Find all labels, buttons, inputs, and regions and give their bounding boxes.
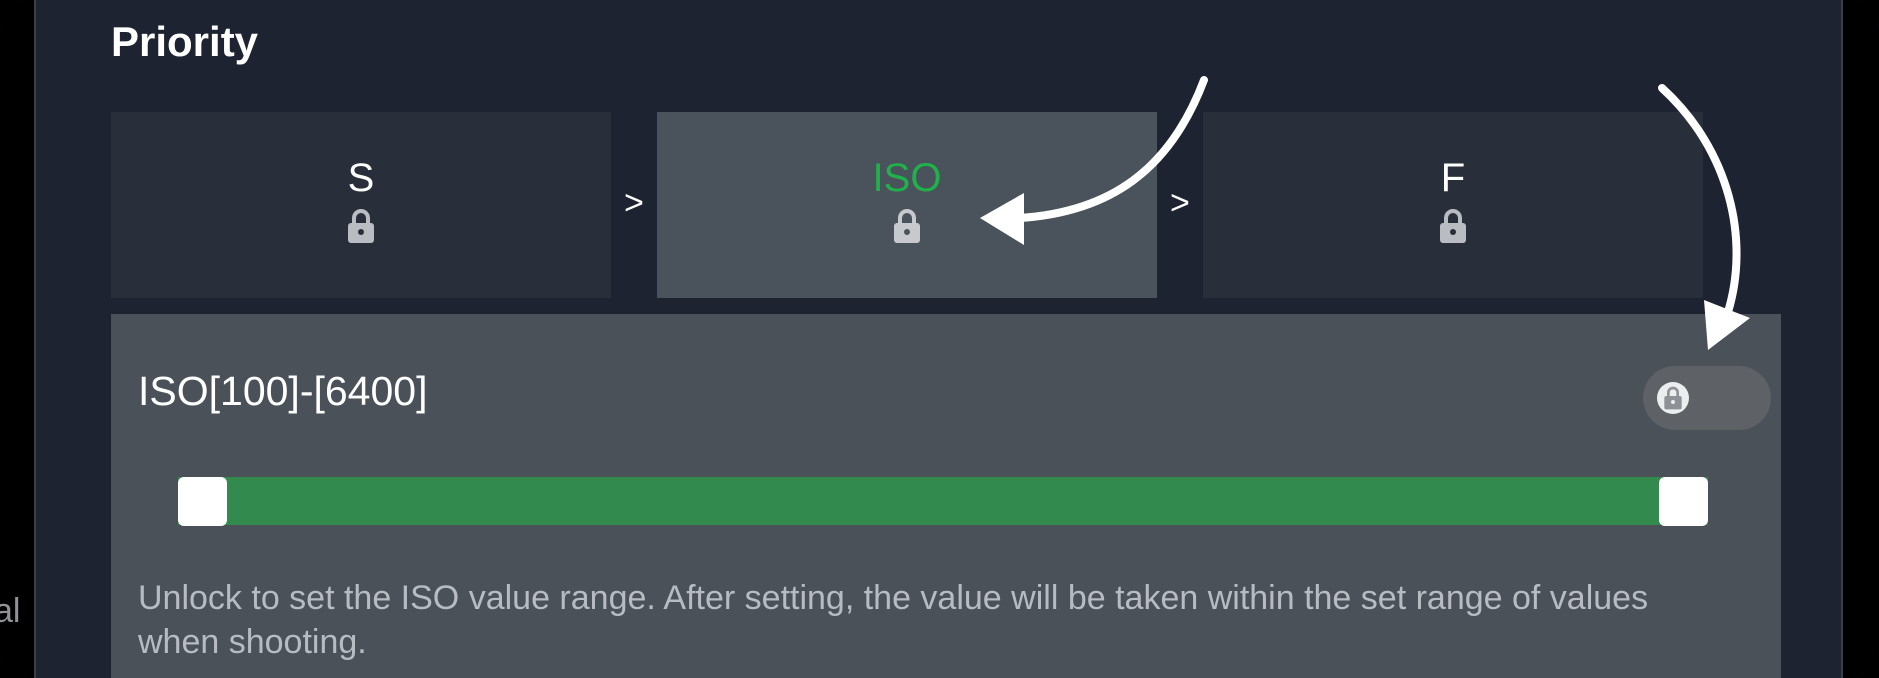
toggle-knob: [1657, 382, 1689, 414]
left-edge-label: al: [0, 592, 21, 630]
slider-handle-max[interactable]: [1659, 477, 1708, 526]
app-window: al Priority S > ISO > F ISO[100]-[6400]: [0, 0, 1879, 678]
slider-fill: [178, 477, 1708, 525]
iso-range-title: ISO[100]-[6400]: [138, 368, 428, 414]
priority-item-label: F: [1440, 156, 1466, 200]
priority-separator: >: [624, 184, 644, 222]
right-edge-panel: [1841, 0, 1879, 678]
iso-range-panel: ISO[100]-[6400] Unlock to set the ISO va…: [111, 314, 1781, 678]
lock-icon: [894, 209, 920, 243]
lock-icon: [1440, 209, 1466, 243]
range-lock-toggle[interactable]: [1643, 366, 1771, 430]
page-title: Priority: [111, 18, 259, 65]
lock-icon: [1664, 386, 1682, 410]
slider-handle-min[interactable]: [178, 477, 227, 526]
priority-item-label: ISO: [872, 156, 942, 200]
iso-range-slider[interactable]: [178, 477, 1708, 525]
priority-item-f[interactable]: F: [1203, 112, 1703, 298]
left-edge-panel: al: [0, 0, 36, 678]
priority-item-s[interactable]: S: [111, 112, 611, 298]
priority-item-iso[interactable]: ISO: [657, 112, 1157, 298]
lock-icon: [348, 209, 374, 243]
range-description: Unlock to set the ISO value range. After…: [138, 579, 1649, 661]
priority-separator: >: [1170, 184, 1190, 222]
priority-item-label: S: [347, 156, 375, 200]
